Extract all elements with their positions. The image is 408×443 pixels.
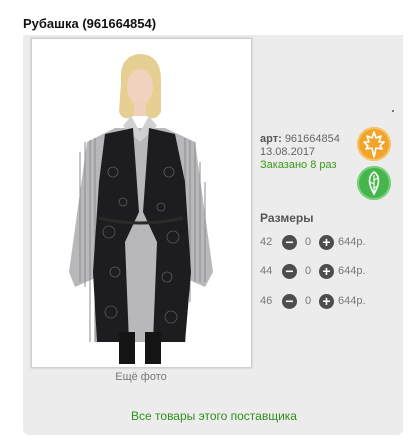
art-label: арт:: [260, 133, 282, 145]
size-price: 644р.: [338, 295, 366, 307]
size-row: 42 − 0 + 644р.: [260, 234, 366, 250]
product-info: арт: 961664854 13.08.2017 Заказано 8 раз: [260, 133, 340, 172]
size-label: 46: [260, 295, 273, 307]
plus-button[interactable]: +: [319, 263, 334, 279]
minus-button[interactable]: −: [282, 293, 297, 309]
sizes-title: Размеры: [260, 211, 314, 225]
size-price: 644р.: [338, 236, 366, 248]
size-price: 644р.: [338, 265, 366, 277]
product-date: 13.08.2017: [260, 146, 316, 158]
size-row: 44 − 0 + 644р.: [260, 263, 366, 279]
quantity-value[interactable]: 0: [297, 236, 319, 248]
supplier-products-link[interactable]: Все товары этого поставщика: [0, 409, 408, 423]
plus-button[interactable]: +: [319, 234, 334, 250]
quantity-value[interactable]: 0: [297, 295, 319, 307]
minus-button[interactable]: −: [282, 263, 297, 279]
minus-button[interactable]: −: [282, 234, 297, 250]
quantity-value[interactable]: 0: [297, 265, 319, 277]
product-photo[interactable]: [35, 42, 248, 364]
size-label: 42: [260, 236, 273, 248]
more-photos-link[interactable]: Ещё фото: [0, 371, 282, 383]
size-label: 44: [260, 265, 273, 277]
plus-button[interactable]: +: [319, 293, 334, 309]
divider-dot: [392, 110, 394, 112]
maple-leaf-icon: [357, 127, 391, 161]
product-photo-frame[interactable]: [31, 38, 252, 368]
leaf-icon: [357, 166, 391, 200]
art-value: 961664854: [284, 133, 340, 145]
size-row: 46 − 0 + 644р.: [260, 293, 366, 309]
ordered-count: Заказано 8 раз: [260, 159, 337, 171]
product-title: Рубашка (961664854): [23, 16, 157, 31]
